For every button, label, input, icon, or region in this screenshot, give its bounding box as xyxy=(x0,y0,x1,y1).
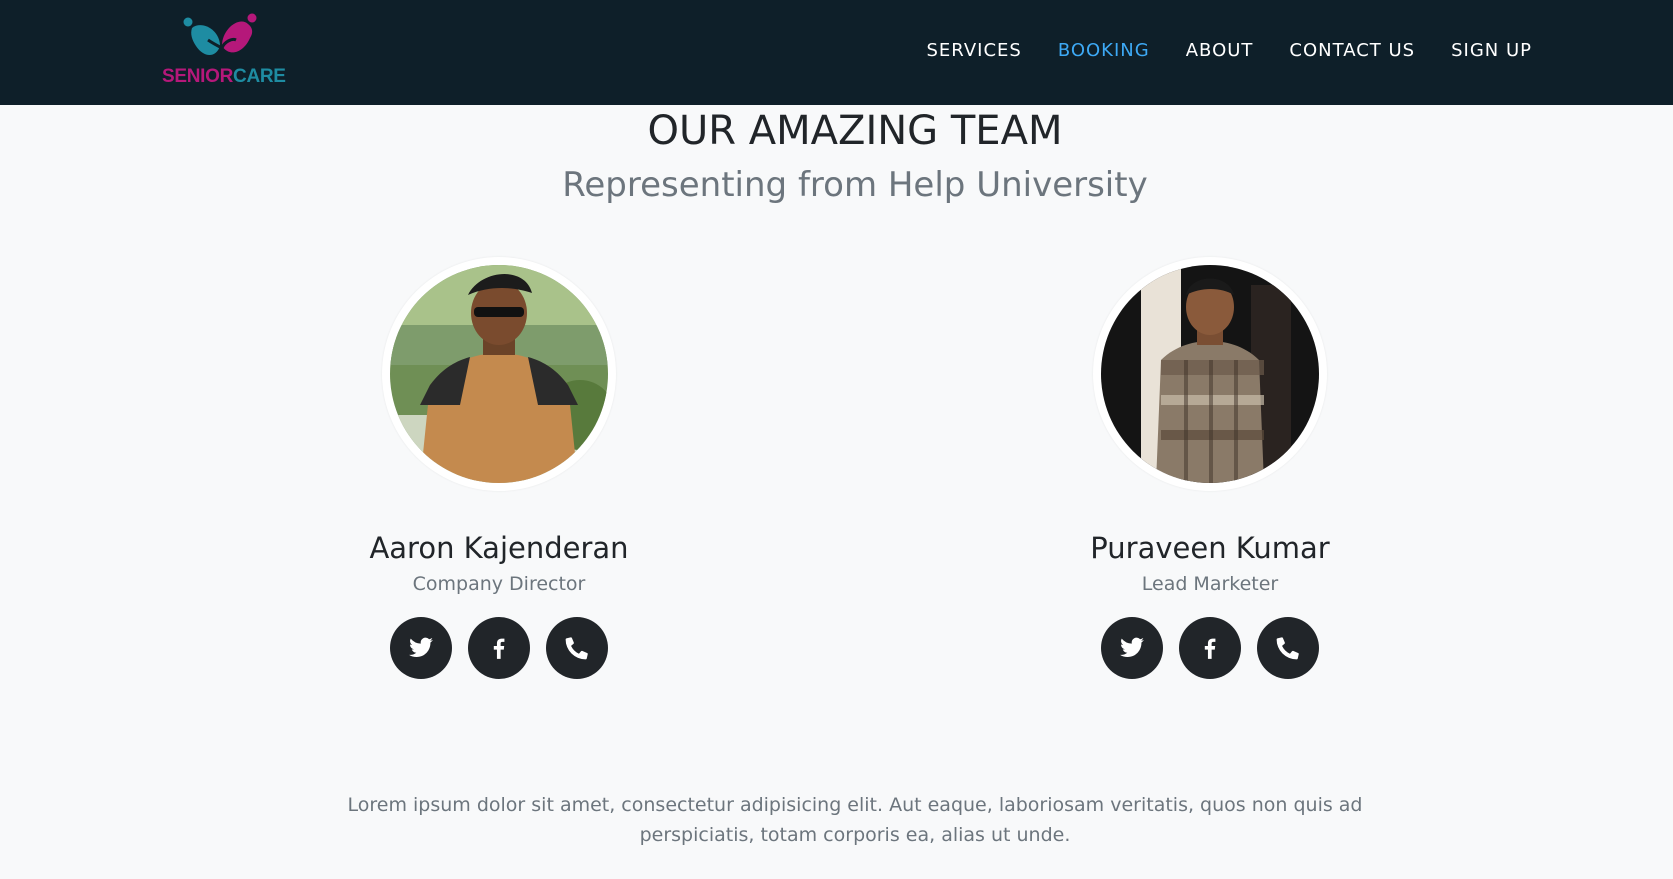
social-links xyxy=(1000,617,1420,679)
member-photo xyxy=(390,265,608,483)
phone-icon xyxy=(1276,637,1299,660)
avatar xyxy=(382,257,616,491)
nav-link-about[interactable]: ABOUT xyxy=(1186,40,1254,61)
twitter-button[interactable] xyxy=(390,617,452,679)
phone-icon xyxy=(565,637,588,660)
facebook-icon xyxy=(1204,638,1216,659)
member-role: Company Director xyxy=(412,573,586,595)
team-description: Lorem ipsum dolor sit amet, consectetur … xyxy=(347,794,1363,846)
twitter-button[interactable] xyxy=(1101,617,1163,679)
navbar: SENIORCARE SERVICES BOOKING ABOUT CONTAC… xyxy=(0,0,1673,105)
heart-logo-icon xyxy=(183,13,257,55)
avatar xyxy=(1093,257,1327,491)
member-name: Puraveen Kumar xyxy=(1090,531,1330,565)
nav-link-contact-us[interactable]: CONTACT US xyxy=(1289,40,1415,61)
member-role: Lead Marketer xyxy=(1141,573,1279,595)
team-member-card: Puraveen Kumar Lead Marketer xyxy=(1000,257,1420,679)
team-member-card: Aaron Kajenderan Company Director xyxy=(289,257,709,679)
brand-part1: SENIOR xyxy=(162,66,234,87)
phone-button[interactable] xyxy=(1257,617,1319,679)
phone-button[interactable] xyxy=(546,617,608,679)
brand-wordmark: SENIORCARE xyxy=(162,66,286,88)
nav-link-booking[interactable]: BOOKING xyxy=(1058,40,1150,61)
member-name: Aaron Kajenderan xyxy=(369,531,629,565)
nav-link-sign-up[interactable]: SIGN UP xyxy=(1451,40,1532,61)
member-photo xyxy=(1101,265,1319,483)
brand-logo[interactable]: SENIORCARE xyxy=(160,12,290,88)
facebook-icon xyxy=(493,638,505,659)
facebook-button[interactable] xyxy=(468,617,530,679)
twitter-icon xyxy=(409,637,433,657)
twitter-icon xyxy=(1120,637,1144,657)
social-links xyxy=(289,617,709,679)
nav-link-services[interactable]: SERVICES xyxy=(927,40,1022,61)
page-title: OUR AMAZING TEAM xyxy=(647,108,1063,154)
main-nav: SERVICES BOOKING ABOUT CONTACT US SIGN U… xyxy=(891,40,1533,61)
facebook-button[interactable] xyxy=(1179,617,1241,679)
page-subtitle: Representing from Help University xyxy=(562,165,1148,205)
brand-part2: CARE xyxy=(233,66,286,87)
